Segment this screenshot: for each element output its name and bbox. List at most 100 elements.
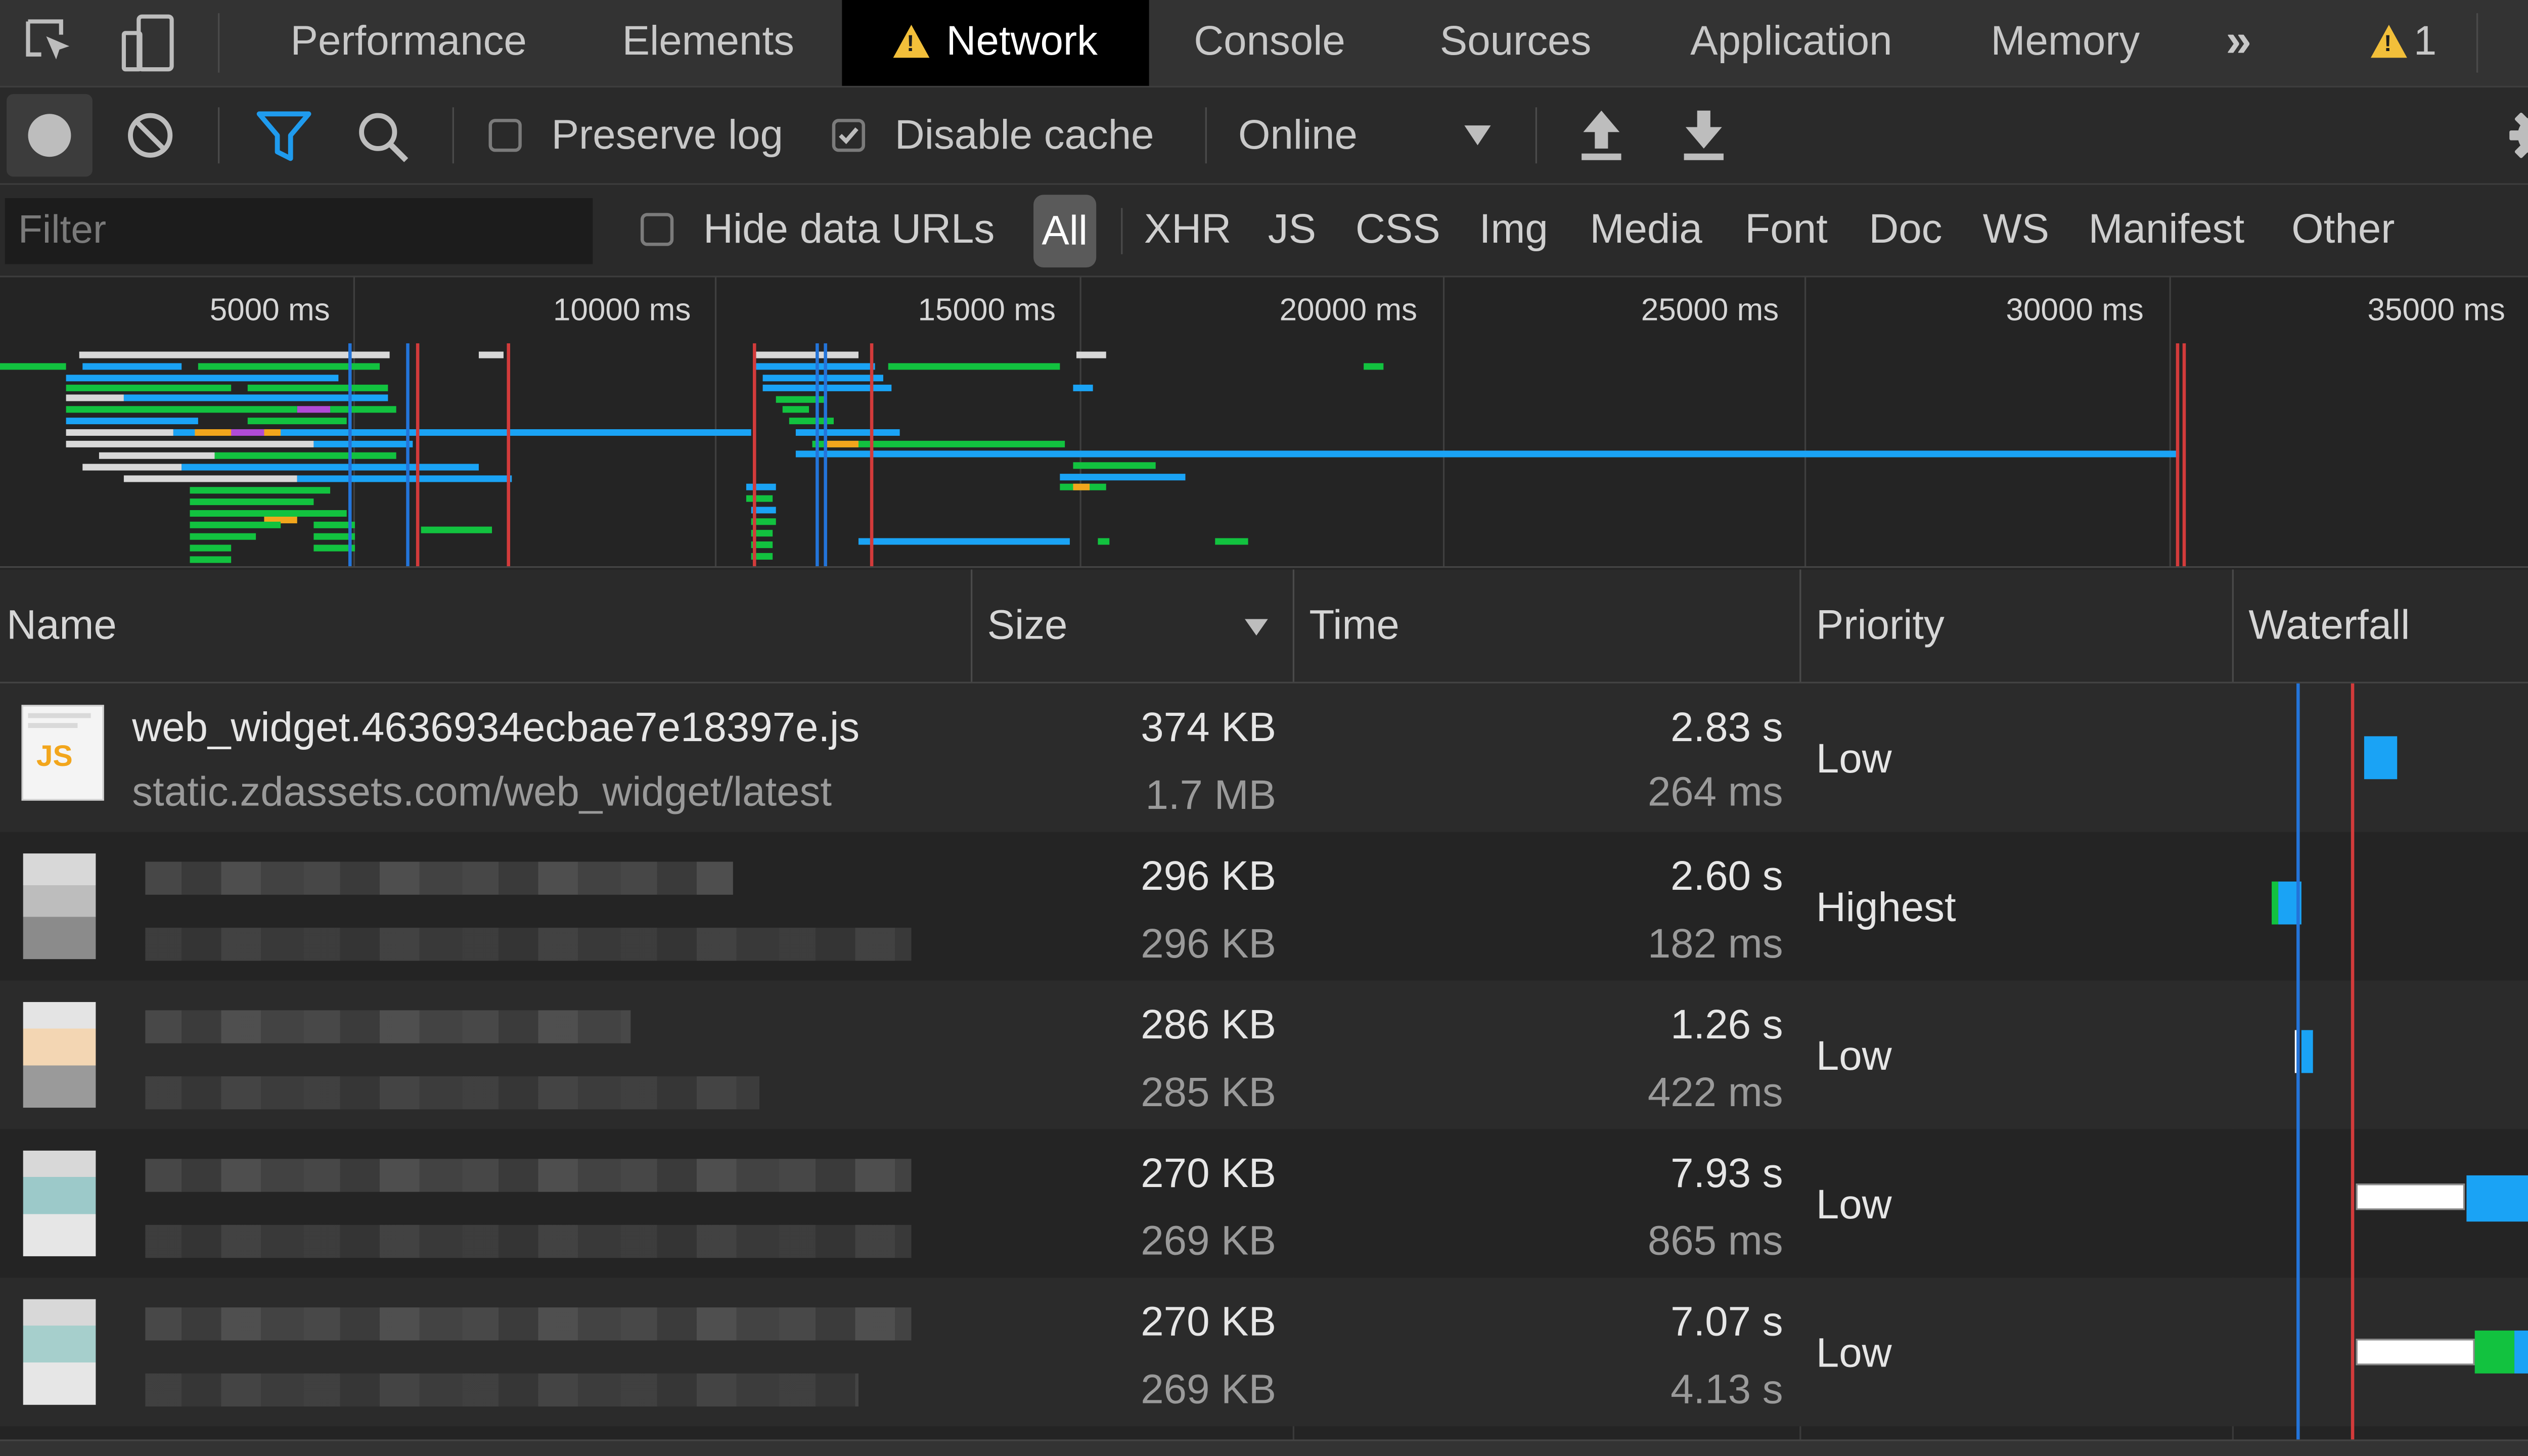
resource-size: 296 KB xyxy=(1141,921,1277,968)
search-icon xyxy=(359,113,409,162)
request-latency: 422 ms xyxy=(1647,1069,1783,1116)
resource-size: 269 KB xyxy=(1141,1367,1277,1414)
table-row[interactable]: 270 KB 269 KB 7.93 s 865 ms Low xyxy=(0,1129,2528,1278)
request-priority: Highest xyxy=(1816,885,1956,931)
redacted-url xyxy=(145,928,912,961)
filter-type-doc[interactable]: Doc xyxy=(1869,185,1942,276)
hide-data-urls-checkbox[interactable] xyxy=(640,213,674,246)
waterfall-bar xyxy=(2356,1184,2465,1210)
panel-tab-bar: Performance Elements Network Console Sou… xyxy=(0,0,2528,88)
tab-label: Performance xyxy=(290,18,527,65)
filter-type-manifest[interactable]: Manifest xyxy=(2089,185,2245,276)
hide-data-urls-label[interactable]: Hide data URLs xyxy=(703,185,995,276)
disable-cache-label[interactable]: Disable cache xyxy=(895,87,1154,183)
filter-type-ws[interactable]: WS xyxy=(1983,185,2050,276)
transfer-size: 270 KB xyxy=(1141,1150,1277,1197)
resource-size: 285 KB xyxy=(1141,1069,1277,1116)
request-time: 1.26 s xyxy=(1671,1002,1783,1049)
tab-application[interactable]: Application xyxy=(1656,0,1927,86)
overview-bars xyxy=(0,343,2186,566)
filter-type-all[interactable]: All xyxy=(1033,195,1096,267)
preserve-log-label[interactable]: Preserve log xyxy=(552,87,783,183)
resource-size: 1.7 MB xyxy=(1145,772,1277,819)
table-row[interactable]: 270 KB 269 KB 7.07 s 4.13 s Low xyxy=(0,1278,2528,1427)
filter-type-other[interactable]: Other xyxy=(2291,185,2395,276)
transfer-size: 270 KB xyxy=(1141,1299,1277,1346)
file-thumbnail xyxy=(23,1002,96,1108)
dropdown-arrow-icon xyxy=(1464,125,1491,146)
checkmark-icon xyxy=(839,127,859,145)
tab-sources[interactable]: Sources xyxy=(1404,0,1628,86)
waterfall-bar xyxy=(2364,736,2398,780)
table-row[interactable]: JS web_widget.4636934ecbae7e18397e.js st… xyxy=(0,683,2528,832)
request-priority: Low xyxy=(1816,1033,1892,1080)
filter-type-img[interactable]: Img xyxy=(1479,185,1548,276)
file-thumbnail xyxy=(23,1150,96,1256)
record-button[interactable] xyxy=(7,94,93,177)
search-button[interactable] xyxy=(353,107,413,167)
tab-performance[interactable]: Performance xyxy=(248,0,570,86)
export-har-button[interactable] xyxy=(1678,107,1730,163)
load-event-line xyxy=(2351,683,2355,1456)
warnings-counter[interactable]: 1 xyxy=(2370,0,2437,86)
more-tabs-icon[interactable]: » xyxy=(2202,0,2275,86)
tab-label: Memory xyxy=(1991,18,2140,65)
redacted-name xyxy=(145,1307,912,1341)
warning-count: 1 xyxy=(2413,18,2437,65)
column-header-time[interactable]: Time xyxy=(1309,570,1399,682)
request-priority: Low xyxy=(1816,1181,1892,1228)
throttling-select[interactable]: Online xyxy=(1222,87,1512,183)
tab-network[interactable]: Network xyxy=(842,0,1149,86)
waterfall-bar xyxy=(2474,1330,2515,1374)
tab-label: Network xyxy=(946,18,1098,65)
gear-icon xyxy=(2509,112,2528,158)
request-time: 2.83 s xyxy=(1671,705,1783,751)
file-thumbnail xyxy=(23,853,96,960)
waterfall-bar xyxy=(2466,1175,2528,1222)
filter-type-font[interactable]: Font xyxy=(1745,185,1827,276)
column-header-name[interactable]: Name xyxy=(7,570,117,682)
file-js-icon: JS xyxy=(21,705,104,801)
waterfall-bar xyxy=(2356,1339,2475,1366)
column-header-priority[interactable]: Priority xyxy=(1816,570,1945,682)
redacted-name xyxy=(145,1159,912,1192)
filter-type-js[interactable]: JS xyxy=(1268,185,1316,276)
filter-toggle-button[interactable] xyxy=(254,107,314,167)
tab-label: Elements xyxy=(622,18,794,65)
tab-label: Console xyxy=(1194,18,1345,65)
column-header-waterfall[interactable]: Waterfall xyxy=(2248,570,2410,682)
preserve-log-checkbox[interactable] xyxy=(488,119,522,152)
request-priority: Low xyxy=(1816,1330,1892,1377)
network-overview[interactable]: 5000 ms 10000 ms 15000 ms 20000 ms 25000… xyxy=(0,277,2528,568)
request-priority: Low xyxy=(1816,736,1892,783)
redacted-url xyxy=(145,1076,760,1110)
request-name: web_widget.4636934ecbae7e18397e.js xyxy=(132,705,860,751)
tab-console[interactable]: Console xyxy=(1156,0,1384,86)
tab-memory[interactable]: Memory xyxy=(1961,0,2169,86)
tab-label: Application xyxy=(1690,18,1892,65)
network-settings-button[interactable] xyxy=(2506,104,2528,167)
kebab-menu-icon[interactable] xyxy=(2526,17,2528,69)
tab-label: Sources xyxy=(1439,18,1592,65)
table-row[interactable]: 286 KB 285 KB 1.26 s 422 ms Low xyxy=(0,980,2528,1129)
status-bar xyxy=(0,1439,2528,1456)
column-header-size[interactable]: Size xyxy=(987,570,1068,682)
waterfall-bar xyxy=(2301,1030,2313,1073)
file-type-label: JS xyxy=(36,739,73,773)
requests-table-header: Name Size Time Priority Waterfall xyxy=(0,569,2528,684)
clear-button[interactable] xyxy=(122,107,178,163)
device-toolbar-icon[interactable] xyxy=(119,13,178,73)
filter-type-css[interactable]: CSS xyxy=(1356,185,1440,276)
filter-bar: Hide data URLs All XHR JS CSS Img Media … xyxy=(0,185,2528,278)
table-row[interactable]: 296 KB 296 KB 2.60 s 182 ms Highest xyxy=(0,832,2528,981)
request-latency: 182 ms xyxy=(1647,921,1783,968)
filter-type-media[interactable]: Media xyxy=(1590,185,1702,276)
import-har-button[interactable] xyxy=(1575,107,1628,163)
filter-type-xhr[interactable]: XHR xyxy=(1144,185,1231,276)
tab-elements[interactable]: Elements xyxy=(586,0,830,86)
inspect-element-icon[interactable] xyxy=(23,17,76,69)
request-latency: 4.13 s xyxy=(1671,1367,1783,1414)
disable-cache-checkbox[interactable] xyxy=(832,119,866,152)
transfer-size: 374 KB xyxy=(1141,705,1277,751)
filter-input[interactable] xyxy=(5,198,593,264)
